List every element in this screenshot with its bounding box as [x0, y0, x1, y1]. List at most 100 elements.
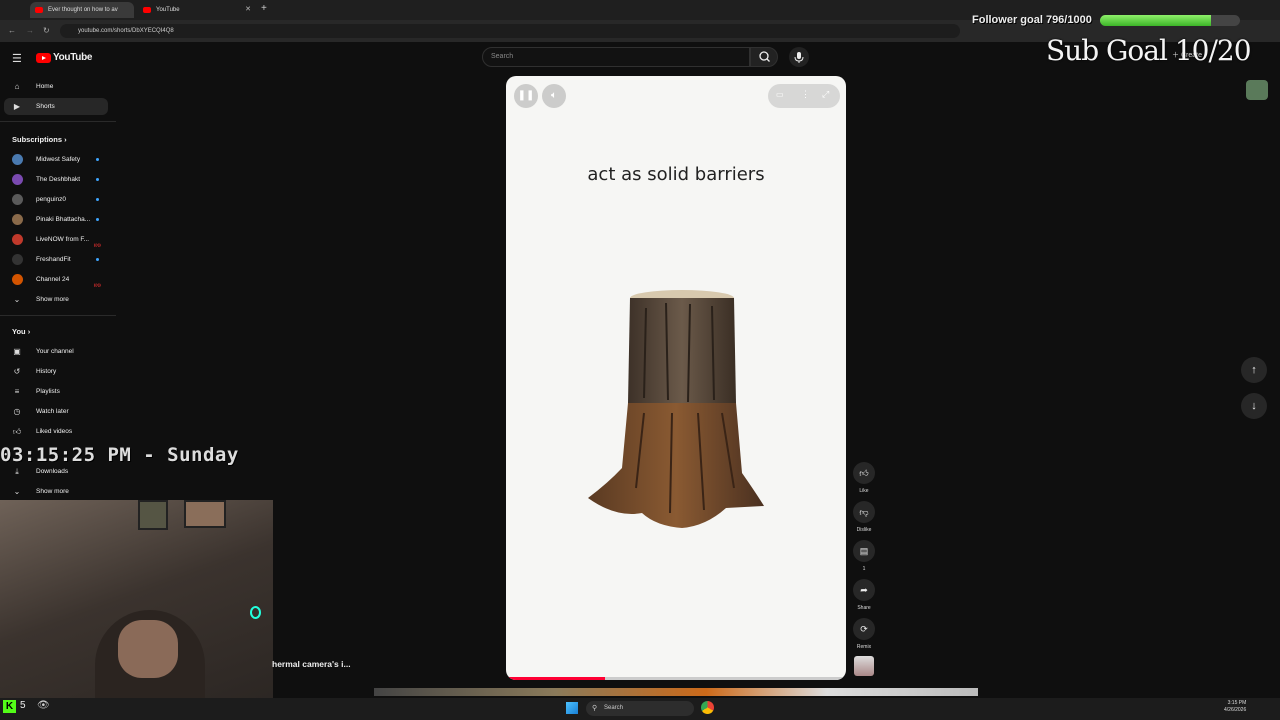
- youtube-logo[interactable]: YouTube: [36, 52, 96, 64]
- sidebar-item-label: Watch later: [36, 408, 69, 415]
- show-more-subscriptions[interactable]: ⌄ Show more: [4, 291, 108, 308]
- sidebar-item-subscription[interactable]: Pinaki Bhattacha...: [4, 211, 108, 228]
- subscriptions-heading[interactable]: Subscriptions ›: [12, 135, 67, 144]
- follower-goal-bar: [1100, 15, 1240, 26]
- stream-clock: 03:15:25 PM - Sunday: [0, 444, 239, 466]
- pause-button[interactable]: ❚❚: [514, 84, 538, 108]
- sidebar-item-subscription[interactable]: LiveNOW from F... ((•)): [4, 231, 108, 248]
- channel-name: Pinaki Bhattacha...: [36, 216, 91, 223]
- browser-tab-youtube[interactable]: YouTube ✕: [138, 2, 256, 18]
- back-icon[interactable]: ←: [8, 26, 16, 35]
- chevron-right-icon: ›: [64, 135, 67, 144]
- sidebar-item-shorts[interactable]: ▶ Shorts: [4, 98, 108, 115]
- chrome-icon[interactable]: [701, 701, 714, 714]
- taskbar-clock[interactable]: 3:15 PM 4/26/2026: [1224, 700, 1246, 714]
- dislike-button[interactable]: 👎︎ Dislike: [851, 501, 877, 533]
- sidebar-item-watch-later[interactable]: ◷ Watch later: [4, 403, 108, 420]
- previous-short-button[interactable]: ↑: [1241, 357, 1267, 383]
- channel-avatar: [12, 174, 23, 185]
- close-tab-icon[interactable]: ✕: [245, 2, 251, 18]
- sidebar-item-subscription[interactable]: FreshandFit: [4, 251, 108, 268]
- channel-avatar: [12, 274, 23, 285]
- like-label: Like: [859, 488, 869, 494]
- sub-goal-text: Sub Goal 10/20: [1046, 34, 1252, 67]
- volume-button[interactable]: 🔈︎: [542, 84, 566, 108]
- sidebar-item-playlists[interactable]: ≡ Playlists: [4, 383, 108, 400]
- windows-start-icon[interactable]: [566, 702, 578, 714]
- search-placeholder: Search: [491, 53, 514, 60]
- remix-icon: ⟳: [853, 618, 875, 640]
- captions-icon[interactable]: ▭: [776, 90, 784, 99]
- search-button[interactable]: [750, 47, 778, 67]
- playlists-icon: ≡: [14, 387, 20, 396]
- watch-later-icon: ◷: [13, 407, 21, 416]
- like-button[interactable]: 👍︎ Like: [851, 462, 877, 494]
- arrow-down-icon: ↓: [1251, 400, 1257, 412]
- search-input[interactable]: Search: [482, 47, 750, 67]
- youtube-favicon-icon: [35, 7, 43, 13]
- channel-avatar: [12, 154, 23, 165]
- next-short-button[interactable]: ↓: [1241, 393, 1267, 419]
- you-heading-text: You: [12, 327, 26, 336]
- show-more-label: Show more: [36, 488, 69, 495]
- volume-icon: 🔈︎: [551, 90, 557, 101]
- chevron-right-icon: ›: [27, 327, 31, 336]
- remix-label: Remix: [856, 644, 872, 650]
- sidebar-item-label: Shorts: [36, 103, 55, 110]
- new-tab-icon[interactable]: +: [261, 3, 267, 14]
- sidebar-item-label: Liked videos: [36, 428, 73, 435]
- sidebar-item-your-channel[interactable]: ▣ Your channel: [4, 343, 108, 360]
- logo-text: YouTube: [53, 52, 93, 63]
- audio-thumbnail[interactable]: [854, 656, 874, 676]
- wall-poster: [138, 500, 168, 530]
- menu-icon[interactable]: ☰: [12, 52, 22, 65]
- sidebar-item-subscription[interactable]: The Deshbhakt: [4, 171, 108, 188]
- chevron-down-icon: ⌄: [13, 295, 21, 304]
- home-icon: ⌂: [14, 82, 20, 91]
- avatar[interactable]: [1246, 80, 1268, 100]
- fullscreen-icon[interactable]: ⤢: [822, 89, 829, 100]
- more-options-icon[interactable]: ⋮: [801, 89, 810, 100]
- viewer-count: 5: [20, 700, 26, 711]
- taskbar-date: 4/26/2026: [1224, 707, 1247, 713]
- new-content-dot: [96, 178, 99, 181]
- taskbar-search[interactable]: ⚲ Search: [586, 701, 694, 716]
- sidebar-item-subscription[interactable]: Midwest Safety: [4, 151, 108, 168]
- sidebar-item-subscription[interactable]: Channel 24 ((•)): [4, 271, 108, 288]
- channel-name: LiveNOW from F...: [36, 236, 90, 243]
- pause-icon: ❚❚: [517, 90, 535, 101]
- channel-icon: ▣: [13, 347, 21, 356]
- sidebar-item-subscription[interactable]: penguinz0: [4, 191, 108, 208]
- sidebar-item-label: Playlists: [36, 388, 60, 395]
- channel-avatar: [12, 234, 23, 245]
- video-progress-bar[interactable]: [506, 677, 846, 680]
- person-face: [118, 620, 178, 678]
- show-more-you[interactable]: ⌄ Show more: [4, 483, 108, 500]
- channel-name: Channel 24: [36, 276, 70, 283]
- youtube-favicon-icon: [143, 7, 151, 13]
- sidebar-item-label: History: [36, 368, 57, 375]
- sidebar-divider: [0, 121, 116, 122]
- remix-button[interactable]: ⟳ Remix: [851, 618, 877, 650]
- comments-button[interactable]: ▤ 1: [851, 540, 877, 572]
- kick-logo-icon: K: [3, 700, 16, 713]
- channel-name: The Deshbhakt: [36, 176, 81, 183]
- sidebar-item-home[interactable]: ⌂ Home: [4, 78, 108, 95]
- forward-icon[interactable]: →: [26, 26, 34, 35]
- you-heading[interactable]: You ›: [12, 327, 30, 336]
- voice-search-button[interactable]: [789, 47, 809, 67]
- channel-name: FreshandFit: [36, 256, 71, 263]
- new-content-dot: [96, 158, 99, 161]
- show-more-label: Show more: [36, 296, 69, 303]
- url-field[interactable]: youtube.com/shorts/DbXYECQI4Q8: [60, 24, 960, 38]
- mic-icon: [794, 52, 804, 63]
- shorts-player[interactable]: ❚❚ 🔈︎ ▭ ⋮ ⤢ act as solid barriers: [506, 76, 846, 680]
- reload-icon[interactable]: ↻: [43, 26, 50, 35]
- arrow-up-icon: ↑: [1251, 364, 1257, 376]
- new-content-dot: [96, 258, 99, 261]
- search-icon: ⚲: [592, 705, 598, 712]
- share-button[interactable]: ➦ Share: [851, 579, 877, 611]
- browser-tab-active[interactable]: Ever thought on how to av: [30, 2, 134, 18]
- sidebar-item-history[interactable]: ↺ History: [4, 363, 108, 380]
- sidebar-item-liked-videos[interactable]: 👍︎ Liked videos: [4, 423, 108, 440]
